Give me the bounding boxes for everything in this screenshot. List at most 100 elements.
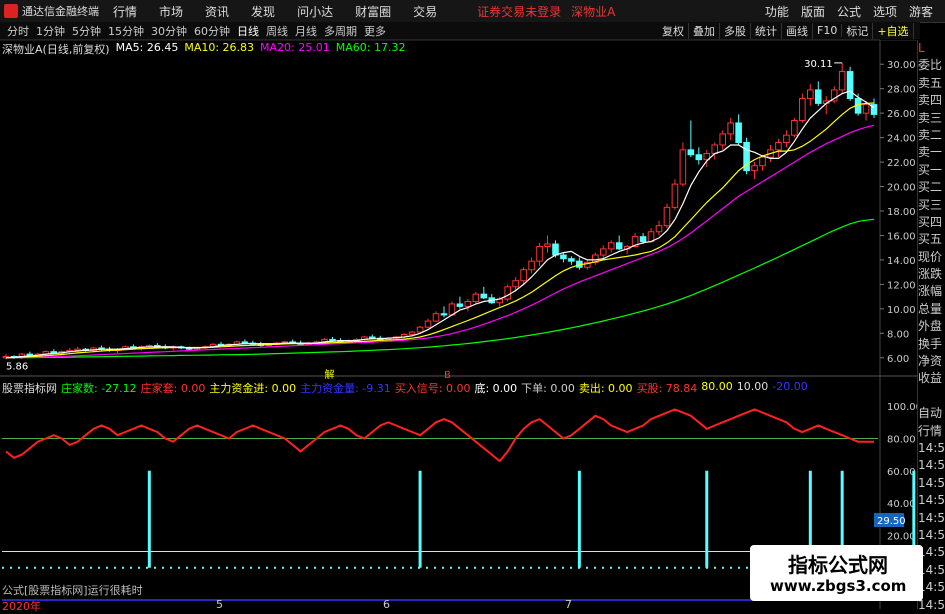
fuquan-button[interactable]: 复权 <box>658 22 689 39</box>
login-status[interactable]: 证券交易未登录 <box>477 3 561 20</box>
side-panel-item-3[interactable]: 卖四 <box>918 92 945 109</box>
side-panel-item-7[interactable]: 买一 <box>918 162 945 179</box>
side-panel-item-0[interactable]: L <box>918 40 945 57</box>
candle-body <box>440 313 448 316</box>
candle-body <box>528 260 535 271</box>
side-panel-item-1[interactable]: 委比 <box>918 57 945 74</box>
tab-daily[interactable]: 日线 <box>237 23 259 39</box>
menu-caifuquan[interactable]: 财富圈 <box>355 3 391 20</box>
tab-multi-period[interactable]: 多周期 <box>324 23 357 39</box>
vneg20-label: -20.00 <box>772 380 808 393</box>
menu-faxian[interactable]: 发现 <box>251 3 275 20</box>
menu-zixun[interactable]: 资讯 <box>205 3 229 20</box>
side-panel-item-12[interactable]: 现价 <box>918 249 945 266</box>
mairuxinhao-label: 买入信号: 0.00 <box>394 382 471 395</box>
side-panel-item-10[interactable]: 买四 <box>918 214 945 231</box>
xiadan-label: 下单: 0.00 <box>521 382 575 395</box>
tab-1min[interactable]: 1分钟 <box>36 23 65 39</box>
guest-user[interactable]: 游客 <box>909 3 933 20</box>
menu-gongneng[interactable]: 功能 <box>765 3 789 20</box>
menu-xuanxiang[interactable]: 选项 <box>873 3 897 20</box>
duogu-button[interactable]: 多股 <box>720 22 751 39</box>
huaxian-button[interactable]: 画线 <box>782 22 813 39</box>
watermark-title: 指标公式网 <box>788 553 888 577</box>
candle-body <box>607 242 615 250</box>
menu-banmian[interactable]: 版面 <box>801 3 825 20</box>
maichu-label: 卖出: 0.00 <box>578 382 633 395</box>
side-panel-item-5[interactable]: 卖二 <box>918 127 945 144</box>
candle-body <box>775 142 782 151</box>
menu-hangqing[interactable]: 行情 <box>113 3 137 20</box>
candle-body <box>719 133 726 146</box>
side-panel-item-20[interactable] <box>918 388 945 405</box>
tab-30min[interactable]: 30分钟 <box>151 23 187 39</box>
tab-more[interactable]: 更多 <box>364 23 386 39</box>
price-tick-11: 8.00 <box>887 329 909 340</box>
zhulijiaoyi-label: 主力资金量: -9.31 <box>300 382 391 395</box>
side-panel-item-18[interactable]: 净资 <box>918 353 945 370</box>
price-tick-12: 6.00 <box>887 354 909 365</box>
side-panel-item-19[interactable]: 收益 <box>918 370 945 387</box>
f10-button[interactable]: F10 <box>813 24 843 37</box>
ma5-line <box>5 90 875 359</box>
chart-canvas[interactable]: 30.00 28.00 26.00 24.00 22.00 20.00 18.00 16.00… <box>0 40 917 609</box>
side-panel-item-6[interactable]: 卖一 <box>918 144 945 161</box>
side-panel-item-24[interactable]: 14:50 <box>918 457 945 474</box>
side-panel-item-8[interactable]: 买二 <box>918 179 945 196</box>
candle-body <box>799 97 806 121</box>
side-panel-item-17[interactable]: 换手 <box>918 336 945 353</box>
tab-monthly[interactable]: 月线 <box>295 23 317 39</box>
side-panel-item-27[interactable]: 14:50 <box>918 510 945 527</box>
side-panel-item-23[interactable]: 14:50 <box>918 440 945 457</box>
ma-lines <box>5 90 875 359</box>
tab-15min[interactable]: 15分钟 <box>108 23 144 39</box>
tab-60min[interactable]: 60分钟 <box>194 23 230 39</box>
tab-weekly[interactable]: 周线 <box>266 23 288 39</box>
xaxis-june: 6 <box>383 598 390 611</box>
candle-body <box>838 71 846 91</box>
side-panel-item-13[interactable]: 涨跌 <box>918 266 945 283</box>
v80-label: 80.00 <box>701 380 733 393</box>
side-panel-item-28[interactable]: 14:50 <box>918 527 945 544</box>
tab-5min[interactable]: 5分钟 <box>72 23 101 39</box>
menu-gongshi[interactable]: 公式 <box>837 3 861 20</box>
candle-body <box>807 89 814 99</box>
indicator-series <box>5 408 916 568</box>
biaoji-button[interactable]: 标记 <box>842 22 874 39</box>
candle-body <box>424 320 432 328</box>
candle-body <box>552 243 559 256</box>
price-tick-2: 26.00 <box>887 109 916 120</box>
menu-shichang[interactable]: 市场 <box>159 3 183 20</box>
maiduo-label: 买股: 78.84 <box>636 382 698 395</box>
diejia-button[interactable]: 叠加 <box>689 22 720 39</box>
ind-tick-1: 80.00 <box>887 434 916 445</box>
menu-jiaoyi[interactable]: 交易 <box>413 3 437 20</box>
menu-wenxiaoda[interactable]: 问小达 <box>297 3 333 20</box>
price-tick-10: 10.00 <box>887 305 916 316</box>
tab-fenshi[interactable]: 分时 <box>7 23 29 39</box>
side-panel-item-26[interactable]: 14:50 <box>918 492 945 509</box>
candle-body <box>639 236 647 243</box>
candle-body <box>50 351 58 354</box>
indicator-name[interactable]: 股票指标网 <box>2 380 57 396</box>
side-panel-item-15[interactable]: 总量 <box>918 301 945 318</box>
side-panel-item-16[interactable]: 外盘 <box>918 318 945 335</box>
candle-body <box>599 248 607 256</box>
candle-body <box>791 119 798 136</box>
candle-body <box>416 326 424 333</box>
side-panel-item-21[interactable]: 自动 <box>918 405 945 422</box>
di-label: 底: 0.00 <box>474 382 518 395</box>
side-panel-item-22[interactable]: 行情 <box>918 423 945 440</box>
candle-body <box>472 293 480 303</box>
ind-tick-4: 20.00 <box>887 531 916 542</box>
candle-body <box>512 280 519 288</box>
side-panel-item-4[interactable]: 卖三 <box>918 110 945 127</box>
side-panel-item-14[interactable]: 涨幅 <box>918 283 945 300</box>
side-panel-item-9[interactable]: 买三 <box>918 197 945 214</box>
candle-body <box>329 338 336 342</box>
add-watchlist-button[interactable]: +自选 <box>873 22 914 39</box>
side-panel-item-11[interactable]: 买五 <box>918 231 945 248</box>
side-panel-item-25[interactable]: 14:50 <box>918 475 945 492</box>
side-panel-item-2[interactable]: 卖五 <box>918 75 945 92</box>
tongji-button[interactable]: 统计 <box>751 22 782 39</box>
